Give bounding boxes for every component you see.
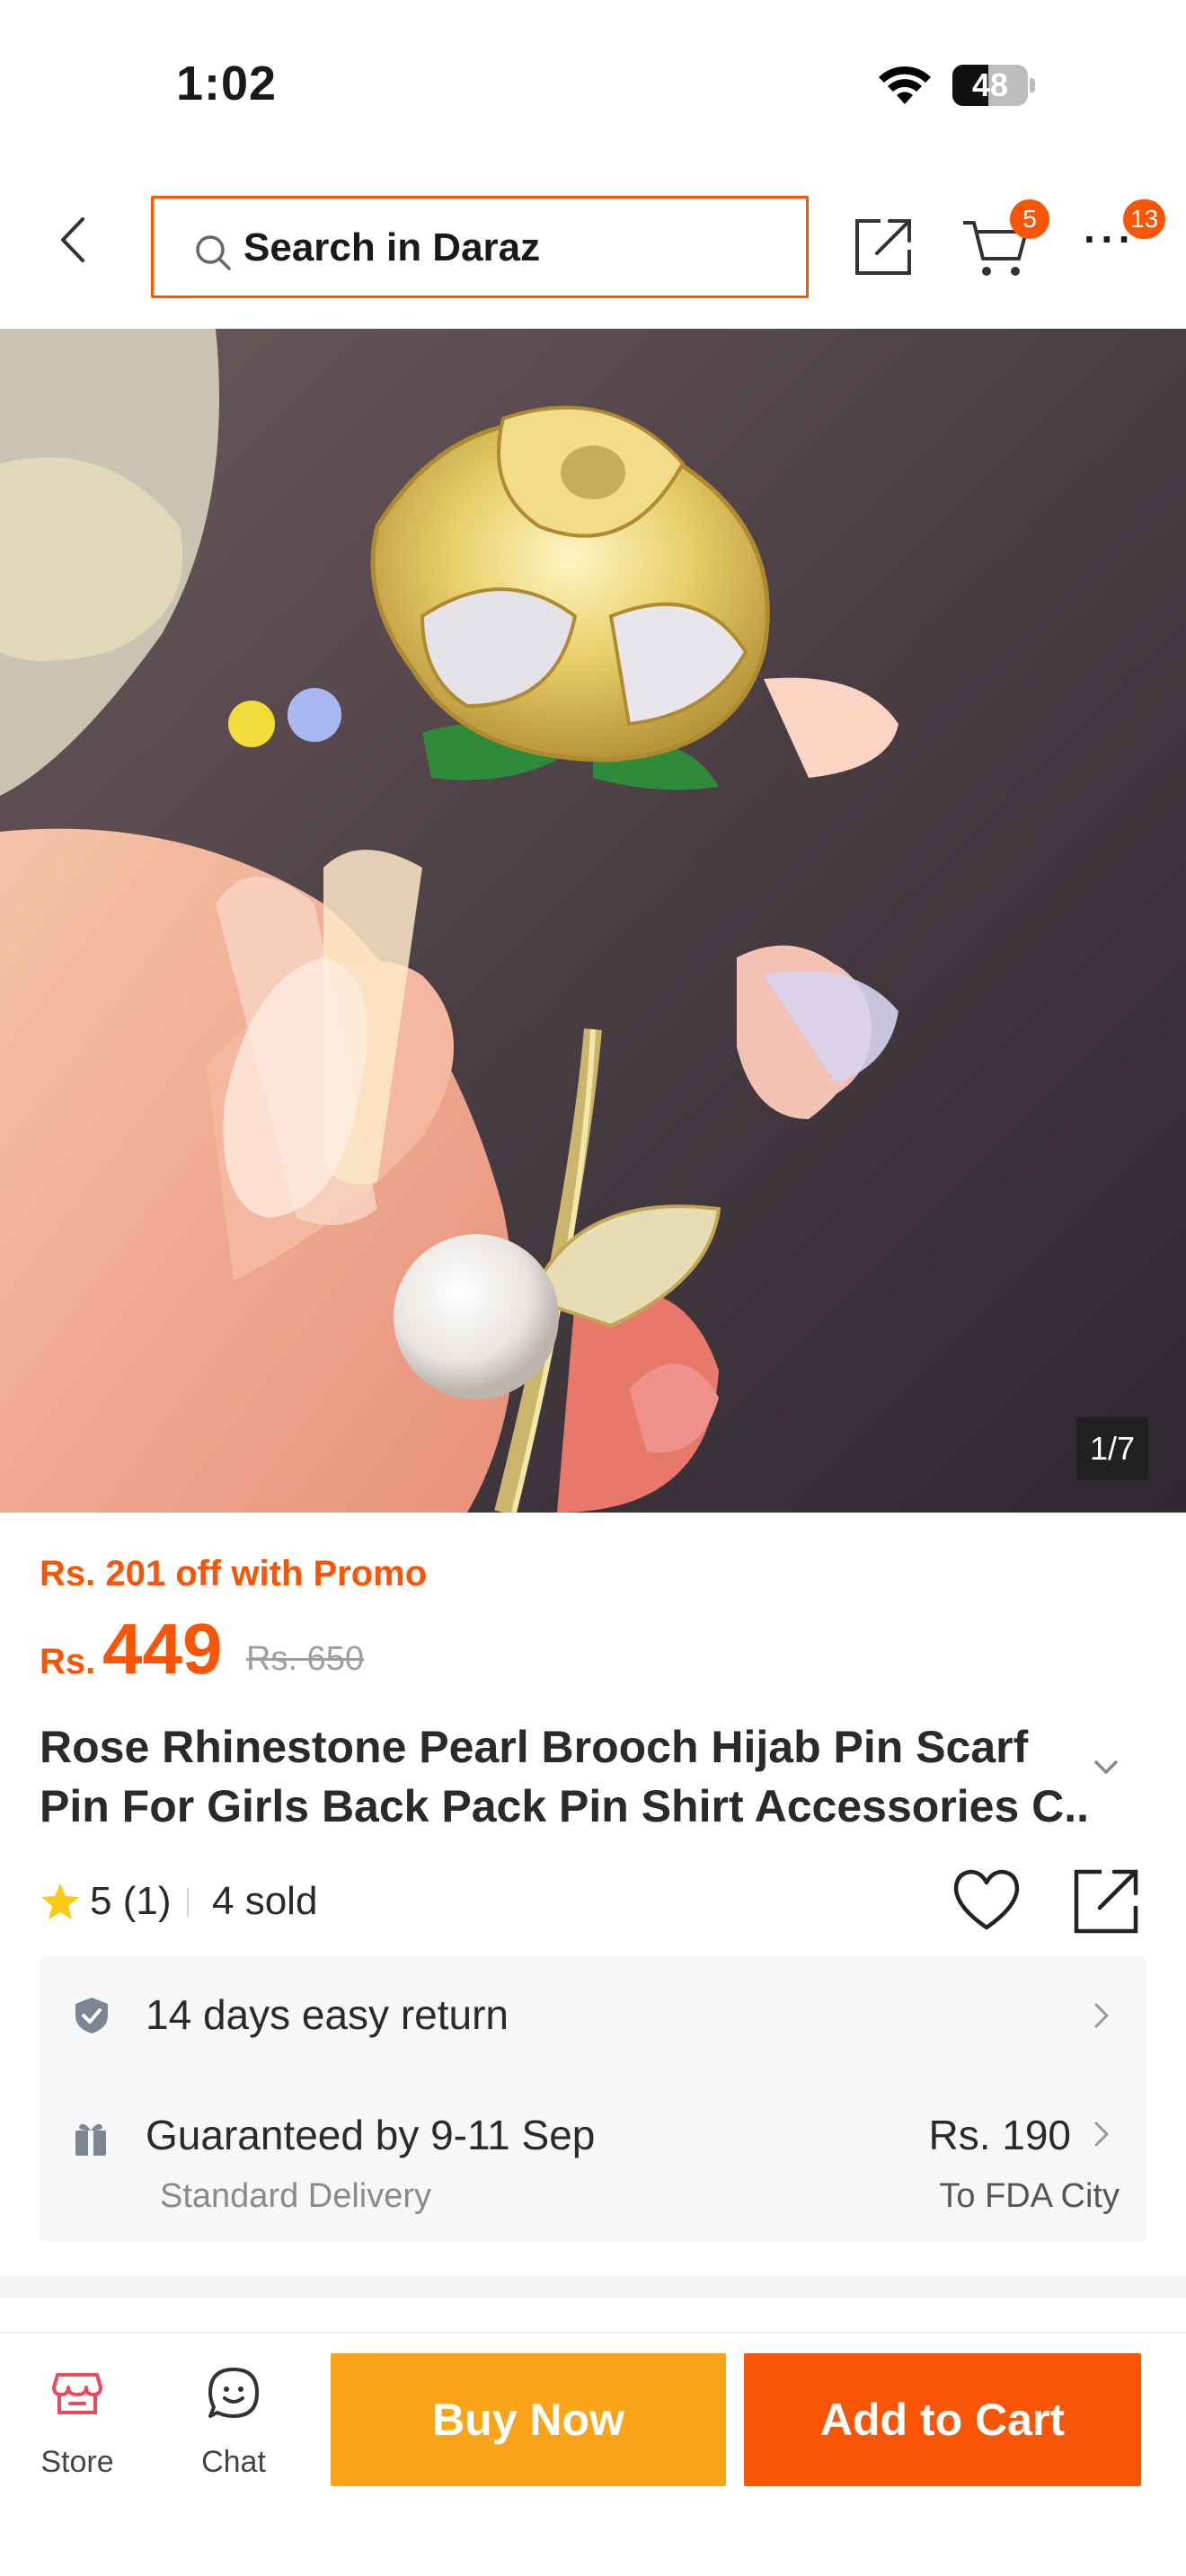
- original-price: Rs. 650: [246, 1640, 364, 1678]
- top-nav-bar: Search in Daraz 5 ··· 13: [0, 171, 1186, 329]
- chevron-right-icon: [1094, 2122, 1109, 2147]
- image-counter: 1/7: [1076, 1417, 1148, 1480]
- delivery-row[interactable]: Guaranteed by 9-11 Sep Standard Delivery…: [40, 2073, 1146, 2242]
- product-photo: [0, 329, 1186, 1513]
- back-icon[interactable]: [43, 208, 106, 271]
- rating-value[interactable]: 5 (1): [90, 1870, 172, 1933]
- service-info-card: 14 days easy return Guaranteed by 9-11 S…: [40, 1956, 1146, 2242]
- store-label: Store: [40, 2445, 114, 2479]
- heart-icon[interactable]: [951, 1866, 1022, 1935]
- battery-icon: 48: [952, 65, 1035, 106]
- store-icon: [52, 2373, 102, 2414]
- add-to-cart-button[interactable]: Add to Cart: [744, 2353, 1141, 2486]
- product-title-line2: Pin For Girls Back Pack Pin Shirt Access…: [40, 1781, 1091, 1831]
- product-image-gallery[interactable]: 1/7: [0, 329, 1186, 1513]
- share-icon[interactable]: [850, 212, 918, 280]
- delivery-location: To FDA City: [939, 2177, 1120, 2215]
- price-value: 449: [102, 1609, 223, 1689]
- chat-label: Chat: [201, 2445, 266, 2479]
- chat-icon: [208, 2368, 259, 2418]
- chevron-down-icon[interactable]: [1085, 1746, 1127, 1787]
- product-title-line1: Rose Rhinestone Pearl Brooch Hijab Pin S…: [40, 1722, 1029, 1772]
- delivery-guarantee: Guaranteed by 9-11 Sep: [146, 2112, 596, 2158]
- message-count-badge: 13: [1123, 199, 1166, 239]
- promo-text: Rs. 201 off with Promo: [40, 1554, 428, 1593]
- return-policy-text: 14 days easy return: [146, 1991, 509, 2038]
- chevron-right-icon: [1094, 2003, 1109, 2028]
- sold-count: 4 sold: [212, 1879, 318, 1923]
- bottom-action-bar: Store Chat Buy Now Add to Cart: [0, 2332, 1186, 2576]
- buy-now-button[interactable]: Buy Now: [331, 2353, 726, 2486]
- wifi-icon: [879, 66, 931, 104]
- search-placeholder: Search in Daraz: [243, 225, 541, 269]
- price-currency: Rs.: [40, 1642, 96, 1681]
- gift-icon: [75, 2123, 106, 2156]
- chat-button[interactable]: Chat: [174, 2355, 293, 2499]
- status-time: 1:02: [176, 57, 278, 110]
- delivery-type: Standard Delivery: [160, 2177, 432, 2215]
- product-title[interactable]: Rose Rhinestone Pearl Brooch Hijab Pin S…: [40, 1717, 1091, 1836]
- rating-row: 5 (1) 4 sold: [40, 1869, 1154, 1934]
- store-button[interactable]: Store: [18, 2355, 137, 2499]
- delivery-fee: Rs. 190: [928, 2112, 1071, 2158]
- section-divider: [0, 2276, 1186, 2298]
- search-icon: [196, 235, 231, 270]
- rating-separator: [187, 1888, 189, 1917]
- share-icon[interactable]: [1071, 1865, 1143, 1936]
- battery-percent: 48: [971, 66, 1009, 103]
- status-bar: 1:02 48: [0, 0, 1186, 171]
- return-policy-row[interactable]: 14 days easy return: [40, 1956, 1146, 2073]
- search-input[interactable]: Search in Daraz: [151, 196, 809, 298]
- shield-icon: [75, 1998, 108, 2033]
- cart-count-badge: 5: [1010, 199, 1049, 239]
- star-icon: [41, 1883, 79, 1919]
